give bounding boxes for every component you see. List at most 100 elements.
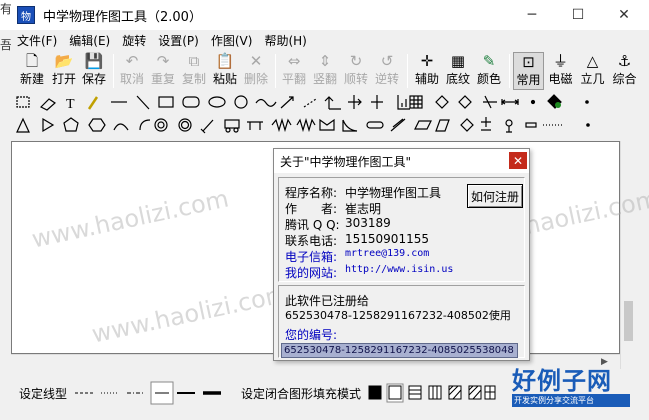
mode-solid-geometry-button[interactable]: △ 立几 [577,52,608,90]
info-row: 电子信箱: mrtree@139.com [285,248,429,264]
new-button[interactable]: 🗋 新建 [15,52,49,90]
fill-solid-option[interactable] [368,385,382,400]
circle-tool-icon[interactable] [234,95,248,109]
menu-file[interactable]: 文件(F) [11,32,63,49]
dialog-close-button[interactable]: ✕ [509,152,527,169]
toolbar-separator [113,54,114,88]
flip-horizontal-icon: ⇔ [287,52,301,70]
info-value: 15150901155 [345,232,429,246]
graph-tool-icon[interactable] [397,95,410,110]
redo-button[interactable]: ↷ 重复 [148,52,178,90]
serial-number-field[interactable]: 652530478-1258291167232-4085025538048 [281,343,518,358]
paste-button[interactable]: 📋 粘贴 [210,52,240,90]
cross-axis-tool-icon[interactable] [371,95,383,109]
pencil-tool-icon[interactable] [87,96,99,110]
triangle-tool-icon[interactable] [16,117,30,133]
parallelogram-tool-icon[interactable] [414,120,432,130]
rotate-cw-button[interactable]: ↻ 顺转 [341,52,371,90]
diagonal-line-tool-icon[interactable] [136,95,150,110]
slanted-block-tool-icon[interactable] [435,119,450,132]
angle-tool-icon[interactable] [483,95,497,109]
axis-tool-icon[interactable] [324,96,341,110]
diamond-outline-tool-icon[interactable] [458,95,472,109]
select-tool-icon[interactable] [16,96,30,108]
drawing-tools-row-1: T [16,94,589,112]
folder-open-icon: 📂 [54,52,74,70]
undo-button[interactable]: ↶ 取消 [117,52,147,90]
pattern-button[interactable]: ▦ 底纹 [443,52,473,90]
undo-label: 取消 [119,72,144,86]
plus-tool-icon[interactable] [481,117,491,131]
vertical-scrollbar[interactable] [620,141,636,369]
minimize-button[interactable]: ─ [509,0,555,30]
wedge-tool-icon[interactable] [390,118,406,132]
coordinate-tool-icon[interactable] [348,95,362,109]
rotate-ccw-button[interactable]: ↺ 逆转 [372,52,402,90]
dashed-arrow-tool-icon[interactable] [303,98,317,108]
scroll-right-arrow-icon[interactable]: ▶ [601,358,609,367]
arrow-tool-icon[interactable] [280,96,294,109]
email-link[interactable]: mrtree@139.com [345,248,429,264]
pendulum-tool-icon[interactable] [505,119,513,127]
dimension-tool-icon[interactable] [500,99,520,105]
quarter-arc-tool-icon[interactable] [139,119,151,131]
ellipse-tool-icon[interactable] [208,96,226,108]
mode-combined-button[interactable]: ⚓ 综合 [609,52,640,90]
cart-tool-icon[interactable] [224,119,240,129]
menu-draw[interactable]: 作图(V) [205,32,259,49]
dot-tool-icon[interactable] [530,99,536,105]
eraser-tool-icon[interactable] [39,98,56,111]
save-button[interactable]: 💾 保存 [79,52,109,90]
rectangle-tool-icon[interactable] [158,96,174,108]
menu-edit[interactable]: 编辑(E) [63,32,116,49]
fill-vertical-option[interactable] [428,385,442,400]
point-tool-icon[interactable] [585,100,589,104]
fill-none-option[interactable] [388,385,402,400]
target-tool-icon[interactable] [178,118,192,132]
website-link[interactable]: http://www.isin.us [345,264,453,280]
ring-tool-icon[interactable] [154,118,168,132]
open-label: 打开 [51,72,76,86]
arc-tool-icon[interactable] [113,123,129,131]
incline-curve-tool-icon[interactable] [342,119,358,132]
text-tool-icon[interactable]: T [66,97,75,112]
rhombus-tool-icon[interactable] [460,118,474,132]
close-button[interactable]: ✕ [601,0,647,30]
capsule-tool-icon[interactable] [366,121,384,129]
container-tool-icon[interactable] [319,118,335,131]
color-button[interactable]: ✎ 颜色 [474,52,504,90]
diamond-tool-icon[interactable] [435,95,449,109]
guide-button[interactable]: ✛ 辅助 [412,52,442,90]
table-tool-icon[interactable] [409,95,423,109]
toolbar-separator [509,54,510,88]
crosshair-icon: ✛ [420,52,434,70]
menu-help[interactable]: 帮助(H) [258,32,312,49]
flip-horizontal-button[interactable]: ⇔ 平翻 [279,52,309,90]
rounded-rectangle-tool-icon[interactable] [182,96,200,108]
delete-button[interactable]: ✕ 删除 [241,52,271,90]
pulley-tool-icon[interactable] [525,122,537,128]
open-button[interactable]: 📂 打开 [49,52,79,90]
maximize-button[interactable]: ☐ [555,0,601,30]
menu-rotate[interactable]: 旋转 [116,32,152,49]
table-support-tool-icon[interactable] [247,121,263,130]
pentagon-tool-icon[interactable] [63,117,79,132]
mode-em-button[interactable]: ⏚ 电磁 [545,52,576,90]
small-point-tool-icon[interactable] [586,123,590,127]
spring-tool-icon[interactable] [271,117,292,133]
how-to-register-button[interactable]: 如何注册 [467,184,523,208]
hexagon-tool-icon[interactable] [88,118,106,132]
info-value: 崔志明 [345,202,382,216]
rod-tool-icon[interactable] [200,119,214,134]
wave-tool-icon[interactable] [255,98,277,107]
fill-horizontal-option[interactable] [408,385,422,400]
mode-common-button[interactable]: ⊡ 常用 [513,52,544,90]
menu-settings[interactable]: 设置(P) [152,32,205,49]
right-triangle-tool-icon[interactable] [42,117,55,133]
spring-2-tool-icon[interactable] [296,117,316,133]
flip-vertical-button[interactable]: ⇕ 竖翻 [310,52,340,90]
redo-icon: ↷ [156,52,170,70]
color-label: 颜色 [476,72,501,86]
copy-button[interactable]: ⧉ 复制 [179,52,209,90]
vertical-scroll-thumb[interactable] [624,301,633,341]
